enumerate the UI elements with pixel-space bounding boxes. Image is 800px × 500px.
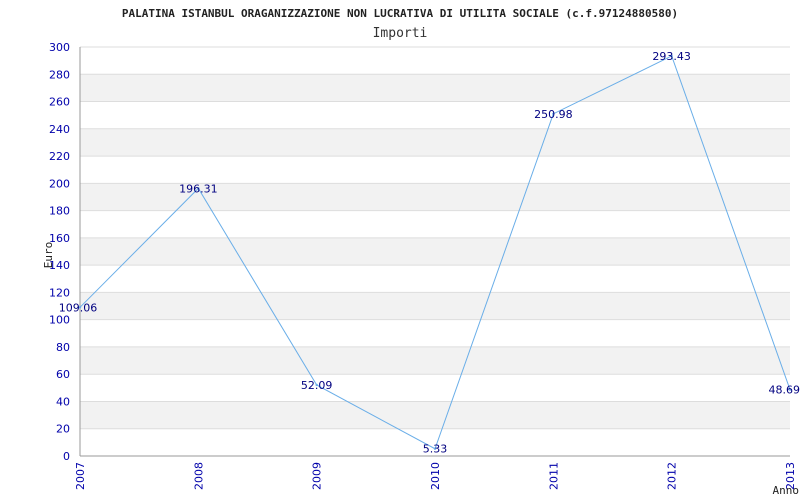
y-tick-label: 280 [49,68,70,81]
x-tick-label: 2011 [547,462,560,490]
data-label: 52.09 [301,379,333,392]
y-axis-label: Euro [42,242,55,269]
chart-title: PALATINA ISTANBUL ORAGANIZZAZIONE NON LU… [122,7,678,20]
y-tick-label: 200 [49,177,70,190]
data-label: 48.69 [769,384,800,397]
x-tick-label: 2012 [666,462,679,490]
grid-band [80,346,790,375]
chart-subtitle: Importi [373,26,428,41]
y-tick-label: 60 [56,368,70,381]
x-tick-label: 2010 [429,462,442,490]
x-tick-label: 2007 [74,462,87,490]
grid-bands [80,74,790,429]
data-label: 293.43 [652,50,691,63]
data-label: 250.98 [534,108,573,121]
x-axis-label: Anno [773,484,800,497]
y-tick-label: 80 [56,341,70,354]
y-tick-label: 240 [49,123,70,136]
x-tick-label: 2009 [311,462,324,490]
y-tick-label: 260 [49,96,70,109]
data-label: 109.06 [59,301,98,314]
y-tick-label: 20 [56,423,70,436]
grid-band [80,237,790,266]
y-tick-label: 120 [49,286,70,299]
y-tick-label: 180 [49,205,70,218]
data-label: 196.31 [179,182,218,195]
y-tick-label: 220 [49,150,70,163]
x-axis-ticks: 2007 2008 2009 2010 2011 2012 2013 [74,462,797,490]
y-tick-label: 100 [49,314,70,327]
x-tick-label: 2008 [192,462,205,490]
line-chart: PALATINA ISTANBUL ORAGANIZZAZIONE NON LU… [42,7,800,497]
y-tick-label: 40 [56,395,70,408]
y-tick-label: 0 [63,450,70,463]
grid-band [80,401,790,429]
grid-band [80,292,790,320]
y-tick-label: 300 [49,41,70,54]
grid-band [80,128,790,157]
data-label: 5.33 [423,443,448,456]
